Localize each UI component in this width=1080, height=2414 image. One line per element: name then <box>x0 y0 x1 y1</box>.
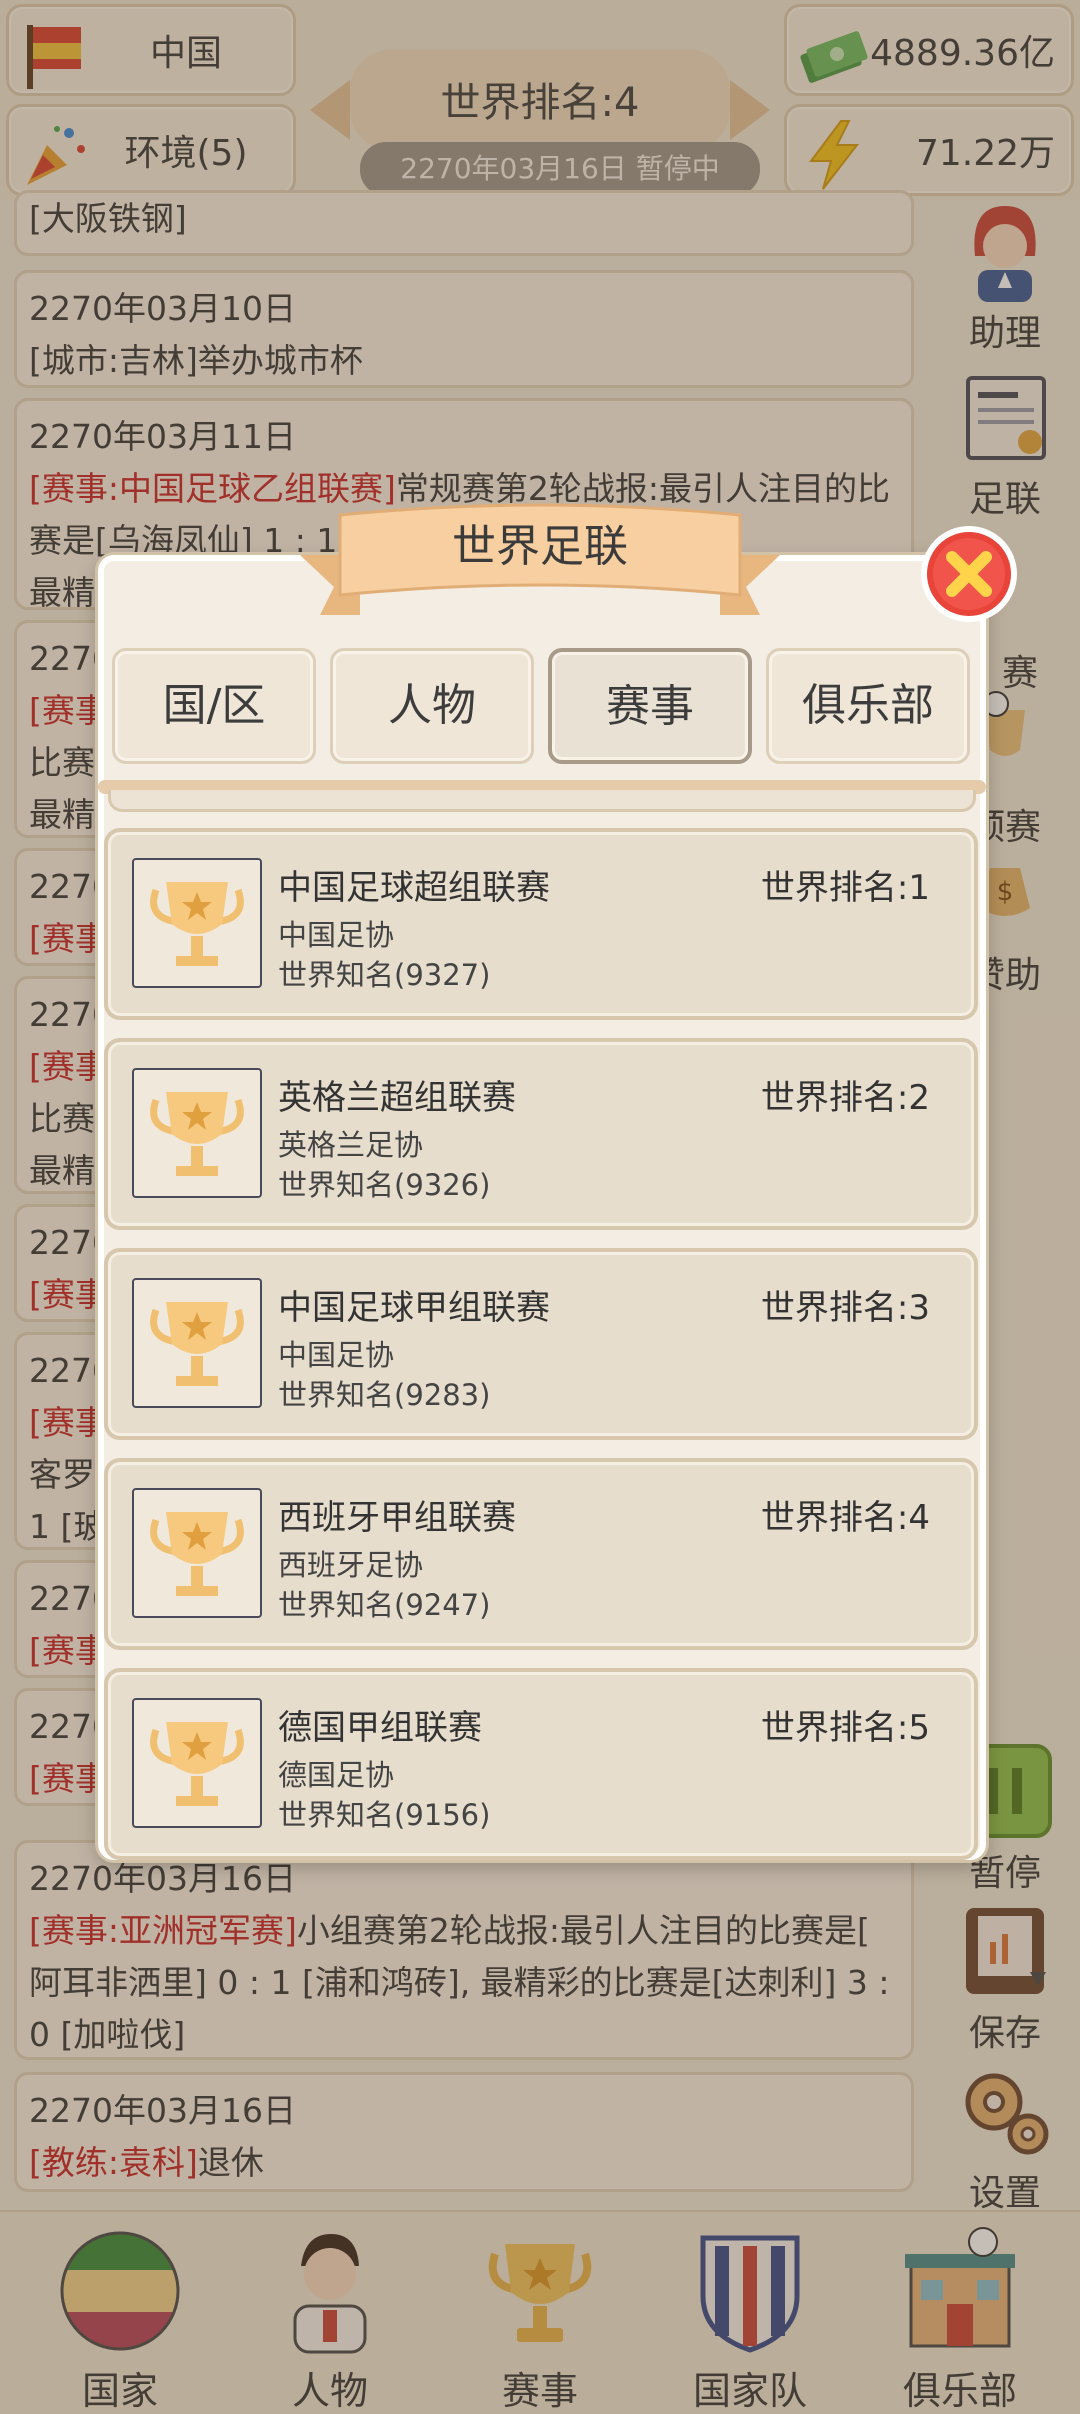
competition-rank: 世界排名:5 <box>760 1708 930 1748</box>
competition-name: 中国足球超组联赛 <box>278 868 550 908</box>
trophy-icon <box>132 1068 262 1198</box>
competition-association: 中国足协 <box>278 918 395 952</box>
competition-fame: 世界知名(9326) <box>278 1168 491 1202</box>
tab-clubs[interactable]: 俱乐部 <box>766 648 970 764</box>
trophy-icon <box>132 1278 262 1408</box>
competition-card[interactable]: 中国足球超组联赛 中国足协 世界知名(9327) 世界排名:1 <box>104 828 978 1020</box>
competition-fame: 世界知名(9327) <box>278 958 491 992</box>
competition-card[interactable]: 西班牙甲组联赛 西班牙足协 世界知名(9247) 世界排名:4 <box>104 1458 978 1650</box>
close-icon[interactable] <box>920 525 1018 623</box>
competition-rank: 世界排名:2 <box>760 1078 930 1118</box>
tab-country-region[interactable]: 国/区 <box>112 648 316 764</box>
competition-card[interactable]: 英格兰超组联赛 英格兰足协 世界知名(9326) 世界排名:2 <box>104 1038 978 1230</box>
dialog-title: 世界足联 <box>452 521 628 572</box>
competition-fame: 世界知名(9247) <box>278 1588 491 1622</box>
competition-association: 德国足协 <box>278 1758 395 1792</box>
tab-events[interactable]: 赛事 <box>548 648 752 764</box>
competition-name: 德国甲组联赛 <box>278 1708 482 1748</box>
trophy-icon <box>132 1488 262 1618</box>
competition-card[interactable]: 德国甲组联赛 德国足协 世界知名(9156) 世界排名:5 <box>104 1668 978 1860</box>
competition-association: 西班牙足协 <box>278 1548 424 1582</box>
competition-association: 英格兰足协 <box>278 1128 424 1162</box>
competition-association: 中国足协 <box>278 1338 395 1372</box>
trophy-icon <box>132 858 262 988</box>
dialog-tabs: 国/区 人物 赛事 俱乐部 <box>112 648 972 766</box>
competition-card[interactable]: 中国足球甲组联赛 中国足协 世界知名(9283) 世界排名:3 <box>104 1248 978 1440</box>
competition-rank: 世界排名:4 <box>760 1498 930 1538</box>
competition-rank: 世界排名:3 <box>760 1288 930 1328</box>
competition-name: 西班牙甲组联赛 <box>278 1498 516 1538</box>
list-item-partial <box>108 790 976 812</box>
competition-fame: 世界知名(9156) <box>278 1798 491 1832</box>
competition-rank: 世界排名:1 <box>760 868 930 908</box>
competition-fame: 世界知名(9283) <box>278 1378 491 1412</box>
competition-name: 中国足球甲组联赛 <box>278 1288 550 1328</box>
competition-name: 英格兰超组联赛 <box>278 1078 516 1118</box>
trophy-icon <box>132 1698 262 1828</box>
tab-people[interactable]: 人物 <box>330 648 534 764</box>
